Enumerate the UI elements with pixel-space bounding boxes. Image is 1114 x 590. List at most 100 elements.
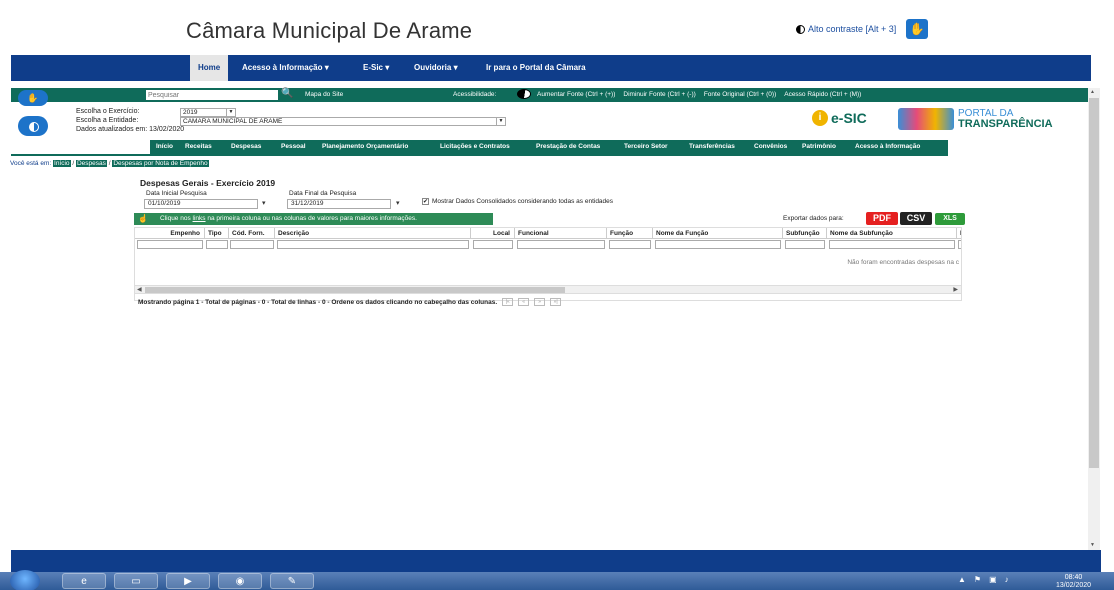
search-icon[interactable]: 🔍 [281, 88, 293, 99]
pager-summary: Mostrando página 1 - Total de páginas - … [138, 298, 498, 306]
search-input[interactable] [146, 90, 278, 100]
col-subfuncao[interactable]: Subfunção [783, 228, 827, 239]
col-funcao[interactable]: Função [607, 228, 653, 239]
filter-local[interactable] [473, 240, 513, 249]
taskbar-ie-icon[interactable]: e [62, 573, 106, 589]
consolidated-option[interactable]: ✔ Mostrar Dados Consolidados considerand… [422, 198, 613, 205]
exercise-value: 2019 [183, 109, 198, 116]
font-controls: Aumentar Fonte (Ctrl + (+)) Diminuir Fon… [537, 91, 861, 98]
site-map-link[interactable]: Mapa do Site [305, 91, 343, 98]
filter-empenho[interactable] [137, 240, 203, 249]
subnav-underline [11, 154, 948, 156]
col-funcional[interactable]: Funcional [515, 228, 607, 239]
contrast-button[interactable] [18, 116, 48, 136]
breadcrumb-current[interactable]: Despesas por Nota de Empenho [112, 160, 209, 167]
decrease-font-link[interactable]: Diminuir Fonte (Ctrl + (-)) [623, 91, 695, 98]
consolidated-checkbox[interactable]: ✔ [422, 198, 429, 205]
subnav-transferencias[interactable]: Transferências [689, 140, 735, 154]
breadcrumb-inicio[interactable]: Início [53, 160, 71, 167]
end-date-caret-icon[interactable]: ▾ [396, 199, 400, 207]
clock-time: 08:40 [1064, 574, 1083, 581]
nav-esic[interactable]: E-Sic ▾ [363, 55, 389, 81]
subnav-inicio[interactable]: Início [156, 140, 173, 154]
breadcrumb-despesas[interactable]: Despesas [75, 160, 107, 167]
scroll-left-icon[interactable]: ◀ [137, 286, 142, 293]
last-page-button[interactable]: »| [550, 298, 562, 306]
filter-subfuncao[interactable] [785, 240, 825, 249]
sign-language-button[interactable]: ✋ [18, 90, 48, 106]
page-scroll-thumb[interactable] [1089, 98, 1099, 468]
tray-volume-icon[interactable]: ♪ [1005, 575, 1009, 584]
start-button-icon[interactable] [10, 570, 40, 590]
tray-flag-icon[interactable]: ⚑ [974, 575, 981, 584]
col-local[interactable]: Local [471, 228, 515, 239]
subnav-despesas[interactable]: Despesas [231, 140, 261, 154]
taskbar-folder-icon[interactable]: ▭ [114, 573, 158, 589]
subnav-patrimonio[interactable]: Patrimônio [802, 140, 836, 154]
sign-language-icon[interactable]: ✋ [906, 19, 928, 39]
filter-next[interactable] [958, 240, 961, 249]
filter-tipo[interactable] [206, 240, 228, 249]
export-pdf-button[interactable]: PDF [866, 212, 898, 225]
scroll-up-icon[interactable]: ▲ [1090, 89, 1095, 95]
nav-acesso-informacao[interactable]: Acesso à Informação ▾ [242, 55, 329, 81]
subnav-convenios[interactable]: Convênios [754, 140, 787, 154]
filter-funcao[interactable] [609, 240, 651, 249]
next-page-button[interactable]: » [534, 298, 546, 306]
prev-page-button[interactable]: « [518, 298, 530, 306]
table-horizontal-scrollbar[interactable]: ◀ ▶ [134, 285, 962, 294]
scroll-down-icon[interactable]: ▼ [1090, 542, 1095, 548]
filter-funcional[interactable] [517, 240, 605, 249]
col-next[interactable]: N [957, 228, 961, 239]
export-csv-button[interactable]: CSV [900, 212, 932, 225]
taskbar-paint-icon[interactable]: ✎ [270, 573, 314, 589]
subnav-prestacao-contas[interactable]: Prestação de Contas [536, 140, 600, 154]
subnav-pessoal[interactable]: Pessoal [281, 140, 306, 154]
subnav-receitas[interactable]: Receitas [185, 140, 212, 154]
hint-link[interactable]: links [193, 215, 206, 222]
esic-logo[interactable]: i e-SIC [812, 110, 867, 126]
col-nome-funcao[interactable]: Nome da Função [653, 228, 783, 239]
subnav-acesso-informacao[interactable]: Acesso à Informação [855, 140, 920, 154]
page-title: Despesas Gerais - Exercício 2019 [140, 178, 276, 188]
col-empenho[interactable]: Empenho [135, 228, 205, 239]
page-vertical-scrollbar[interactable]: ▲ ▼ [1088, 88, 1100, 550]
start-date-input[interactable]: 01/10/2019 [144, 199, 258, 209]
nav-ouvidoria[interactable]: Ouvidoria ▾ [414, 55, 458, 81]
tray-arrow-icon[interactable]: ▲ [958, 575, 966, 584]
scroll-thumb[interactable] [145, 287, 565, 293]
contrast-toggle-icon[interactable] [517, 89, 531, 99]
taskbar-media-icon[interactable]: ▶ [166, 573, 210, 589]
original-font-link[interactable]: Fonte Original (Ctrl + (0)) [704, 91, 776, 98]
filter-descricao[interactable] [277, 240, 469, 249]
filter-cod-forn[interactable] [230, 240, 274, 249]
end-date-input[interactable]: 31/12/2019 [287, 199, 391, 209]
nav-portal-camara[interactable]: Ir para o Portal da Câmara [486, 55, 586, 81]
col-cod-forn[interactable]: Cód. Forn. [229, 228, 275, 239]
filter-nome-subfuncao[interactable] [829, 240, 955, 249]
subnav-licitacoes[interactable]: Licitações e Contratos [440, 140, 510, 154]
nav-home[interactable]: Home [190, 55, 229, 81]
export-label: Exportar dados para: [783, 215, 844, 222]
subnav-planejamento[interactable]: Planejamento Orçamentário [322, 140, 408, 154]
exercise-select[interactable]: 2019 ▼ [180, 108, 236, 117]
col-nome-subfuncao[interactable]: Nome da Subfunção [827, 228, 957, 239]
taskbar-chrome-icon[interactable]: ◉ [218, 573, 262, 589]
clock[interactable]: 08:40 13/02/2020 [1056, 574, 1091, 590]
increase-font-link[interactable]: Aumentar Fonte (Ctrl + (+)) [537, 91, 615, 98]
hint-bar: ☝ Clique nos links na primeira coluna ou… [134, 213, 493, 225]
col-descricao[interactable]: Descrição [275, 228, 471, 239]
first-page-button[interactable]: |« [502, 298, 514, 306]
entity-select[interactable]: CAMARA MUNICIPAL DE ARAME ▼ [180, 117, 506, 126]
high-contrast-link[interactable]: Alto contraste [Alt + 3] [796, 24, 896, 34]
hint-text-pre: Clique nos [160, 215, 193, 222]
col-tipo[interactable]: Tipo [205, 228, 229, 239]
subnav-terceiro-setor[interactable]: Terceiro Setor [624, 140, 668, 154]
filter-nome-funcao[interactable] [655, 240, 781, 249]
start-date-caret-icon[interactable]: ▾ [262, 199, 266, 207]
export-xls-button[interactable]: XLS [935, 213, 965, 225]
scroll-right-icon[interactable]: ▶ [953, 286, 958, 293]
tray-network-icon[interactable]: ▣ [989, 575, 997, 584]
portal-transparencia-logo[interactable]: PORTAL DA TRANSPARÊNCIA [898, 108, 1053, 130]
quick-access-link[interactable]: Acesso Rápido (Ctrl + (M)) [784, 91, 861, 98]
